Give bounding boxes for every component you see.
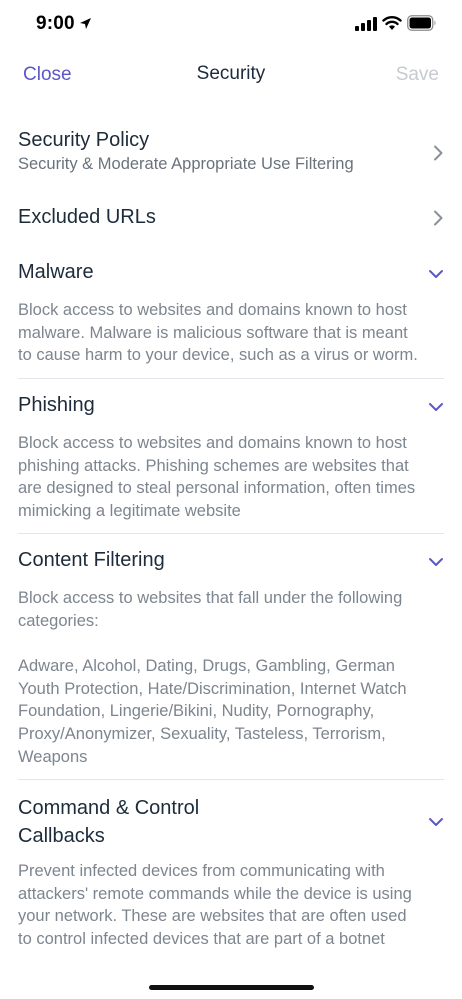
command-control-description: Prevent infected devices from communicat… <box>18 860 444 951</box>
divider <box>18 378 444 379</box>
description-line: categories: <box>18 611 99 630</box>
command-control-header[interactable]: Command & Control Callbacks <box>18 794 444 847</box>
security-policy-row[interactable]: Security Policy Security & Moderate Appr… <box>18 128 444 180</box>
command-control-title: Command & Control Callbacks <box>18 794 444 850</box>
description-line: phishing attacks. Phishing schemes are w… <box>18 456 409 475</box>
chevron-right-icon <box>434 145 443 161</box>
save-button[interactable]: Save <box>396 64 439 86</box>
description-line: Block access to websites and domains kno… <box>18 434 407 452</box>
description-line: malware. Malware is malicious software t… <box>18 323 408 342</box>
divider <box>18 779 444 780</box>
wifi-icon <box>382 16 402 30</box>
description-line: Block access to websites that fall under… <box>18 589 403 607</box>
home-indicator[interactable] <box>149 985 314 990</box>
content-filtering-header[interactable]: Content Filtering <box>18 548 444 576</box>
cellular-signal-icon <box>355 17 377 31</box>
category-line: Youth Protection, Hate/Discrimination, I… <box>18 679 407 698</box>
malware-title: Malware <box>18 261 94 283</box>
content-filtering-categories: Adware, Alcohol, Dating, Drugs, Gambling… <box>18 655 444 769</box>
title-line: Command & Control <box>18 797 200 819</box>
description-line: to cause harm to your device, such as a … <box>18 346 418 365</box>
malware-header[interactable]: Malware <box>18 260 444 288</box>
category-line: Weapons <box>18 747 88 766</box>
category-line: Adware, Alcohol, Dating, Drugs, Gambling… <box>18 657 395 675</box>
content-filtering-title: Content Filtering <box>18 549 165 571</box>
malware-description: Block access to websites and domains kno… <box>18 299 444 367</box>
excluded-urls-title: Excluded URLs <box>18 206 156 228</box>
security-policy-subtitle: Security & Moderate Appropriate Use Filt… <box>18 155 354 173</box>
battery-icon <box>407 15 436 31</box>
phishing-title: Phishing <box>18 394 95 416</box>
description-line: your network. These are websites that ar… <box>18 907 407 926</box>
chevron-down-icon <box>429 818 443 826</box>
title-line: Callbacks <box>18 825 105 847</box>
divider <box>18 533 444 534</box>
description-line: to control infected devices that are par… <box>18 930 385 949</box>
description-line: attackers' remote commands while the dev… <box>18 884 412 903</box>
status-time: 9:00 <box>36 13 75 34</box>
chevron-down-icon <box>429 558 443 566</box>
status-bar: 9:00 <box>0 0 462 50</box>
chevron-down-icon <box>429 270 443 278</box>
phishing-header[interactable]: Phishing <box>18 393 444 421</box>
description-line: are designed to steal personal informati… <box>18 479 416 498</box>
location-arrow-icon <box>80 18 91 29</box>
phishing-description: Block access to websites and domains kno… <box>18 432 444 523</box>
description-line: Block access to websites and domains kno… <box>18 301 407 319</box>
security-screen: 9:00 Close Security Save Security Policy… <box>0 0 462 999</box>
chevron-right-icon <box>434 210 443 226</box>
chevron-down-icon <box>429 403 443 411</box>
description-line: Prevent infected devices from communicat… <box>18 862 385 880</box>
category-line: Proxy/Anonymizer, Sexuality, Tasteless, … <box>18 725 386 744</box>
description-line: mimicking a legitimate website <box>18 502 241 521</box>
security-policy-title: Security Policy <box>18 129 150 151</box>
content-filtering-description: Block access to websites that fall under… <box>18 587 444 632</box>
page-title: Security <box>196 63 266 84</box>
excluded-urls-row[interactable]: Excluded URLs <box>18 205 444 235</box>
navigation-bar: Close Security Save <box>0 50 462 98</box>
category-line: Foundation, Lingerie/Bikini, Nudity, Por… <box>18 702 375 721</box>
